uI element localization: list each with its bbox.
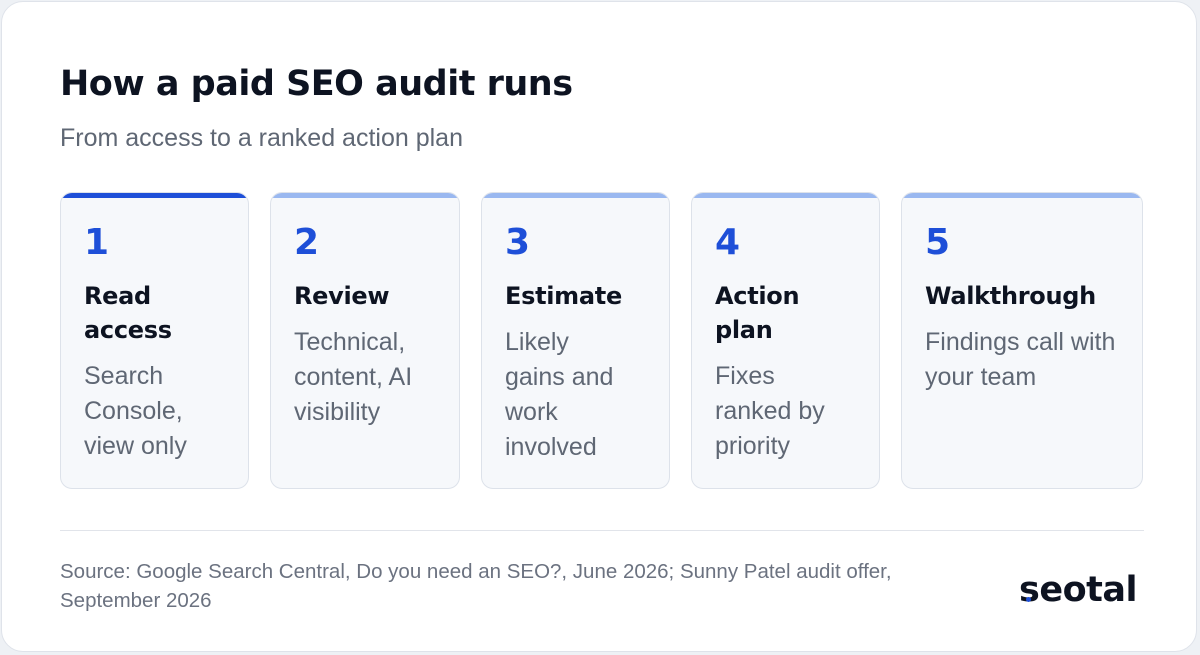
step-card-2: 2 Review Technical, content, AI visibili… bbox=[270, 192, 460, 489]
step-number: 2 bbox=[294, 222, 320, 263]
step-title: Walkthrough bbox=[925, 282, 1096, 310]
step-card-1: 1 Read access Search Console, view only bbox=[60, 192, 249, 489]
step-card-3: 3 Estimate Likely gains and work involve… bbox=[481, 192, 670, 489]
step-card-5: 5 Walkthrough Findings call with your te… bbox=[901, 192, 1143, 489]
brand-logo: seotal bbox=[1019, 570, 1137, 610]
step-title: Review bbox=[294, 282, 390, 310]
logo-accent-dot bbox=[1026, 597, 1031, 602]
step-number: 4 bbox=[715, 222, 741, 263]
step-title: Read access bbox=[84, 282, 172, 344]
page-title: How a paid SEO audit runs bbox=[60, 64, 573, 104]
step-description: Findings call with your team bbox=[925, 328, 1116, 391]
source-note: Source: Google Search Central, Do you ne… bbox=[60, 560, 892, 612]
step-description: Technical, content, AI visibility bbox=[294, 328, 413, 426]
step-description: Search Console, view only bbox=[84, 362, 187, 460]
step-number: 5 bbox=[925, 222, 951, 263]
step-card-4: 4 Action plan Fixes ranked by priority bbox=[691, 192, 880, 489]
divider bbox=[60, 530, 1144, 531]
step-description: Likely gains and work involved bbox=[505, 328, 614, 461]
infographic-card: How a paid SEO audit runs From access to… bbox=[1, 1, 1197, 652]
step-number: 3 bbox=[505, 222, 531, 263]
step-title: Action plan bbox=[715, 282, 800, 344]
step-description: Fixes ranked by priority bbox=[715, 362, 825, 460]
step-title: Estimate bbox=[505, 282, 622, 310]
page-subtitle: From access to a ranked action plan bbox=[60, 124, 463, 152]
step-number: 1 bbox=[84, 222, 110, 263]
